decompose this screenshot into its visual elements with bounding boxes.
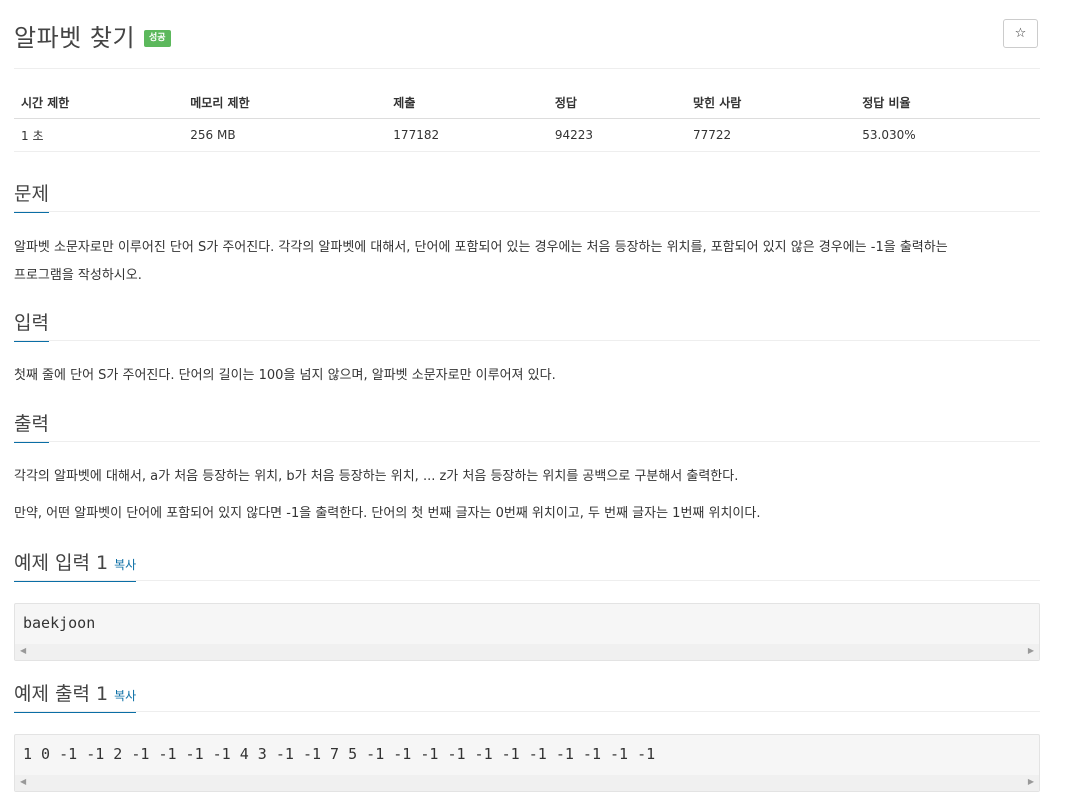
sample-output-title: 예제 출력 1 <box>14 683 109 705</box>
output-text-2: 만약, 어떤 알파벳이 단어에 포함되어 있지 않다면 -1을 출력한다. 단어… <box>14 506 761 521</box>
description-section-header: 문제 <box>14 179 1040 213</box>
description-text: 알파벳 소문자로만 이루어진 단어 S가 주어진다. 각각의 알파벳에 대해서,… <box>14 234 1040 290</box>
scroll-left-icon[interactable]: ◀ <box>20 777 26 786</box>
problem-header: 알파벳 찾기 성공 ☆ <box>14 16 1040 69</box>
sample-input-box: baekjoon ◀ ▶ <box>14 603 1040 661</box>
input-text: 첫째 줄에 단어 S가 주어진다. 단어의 길이는 100을 넘지 않으며, 알… <box>14 368 556 383</box>
scroll-right-icon[interactable]: ▶ <box>1028 777 1034 786</box>
scroll-right-icon[interactable]: ▶ <box>1028 646 1034 655</box>
star-icon: ☆ <box>1014 26 1027 41</box>
stats-header-ratio: 정답 비율 <box>855 86 1040 119</box>
stats-header-time-limit: 시간 제한 <box>14 86 184 119</box>
stats-header-submissions: 제출 <box>386 86 548 119</box>
sample-input-scrollbar[interactable]: ◀ ▶ <box>15 644 1039 660</box>
sample-input-title: 예제 입력 1 <box>14 552 109 574</box>
copy-sample-output-link[interactable]: 복사 <box>114 689 136 703</box>
stats-memory-limit: 256 MB <box>183 118 387 152</box>
favorite-button[interactable]: ☆ <box>1003 19 1038 48</box>
stats-header-solvers: 맞힌 사람 <box>686 86 856 119</box>
copy-sample-input-link[interactable]: 복사 <box>114 558 136 572</box>
output-title: 출력 <box>14 409 49 443</box>
stats-header-accepted: 정답 <box>547 86 686 119</box>
output-section-header: 출력 <box>14 409 1040 443</box>
description-line: 프로그램을 작성하시오. <box>14 268 142 283</box>
sample-output-scrollbar[interactable]: ◀ ▶ <box>15 775 1039 791</box>
stats-ratio: 53.030% <box>855 118 1040 152</box>
description-title: 문제 <box>14 179 49 213</box>
sample-input-title-wrap: 예제 입력 1 복사 <box>14 548 137 582</box>
problem-stats-table: 시간 제한 메모리 제한 제출 정답 맞힌 사람 정답 비율 1 초 256 M… <box>14 86 1040 152</box>
scroll-left-icon[interactable]: ◀ <box>20 646 26 655</box>
sample-input-header: 예제 입력 1 복사 <box>14 548 1040 582</box>
stats-header-memory-limit: 메모리 제한 <box>183 86 387 119</box>
stats-header-row: 시간 제한 메모리 제한 제출 정답 맞힌 사람 정답 비율 <box>14 86 1040 119</box>
stats-value-row: 1 초 256 MB 177182 94223 77722 53.030% <box>14 118 1040 152</box>
status-badge: 성공 <box>144 30 171 47</box>
output-text-1: 각각의 알파벳에 대해서, a가 처음 등장하는 위치, b가 처음 등장하는 … <box>14 469 739 484</box>
stats-solvers: 77722 <box>686 118 856 152</box>
sample-output-content: 1 0 -1 -1 2 -1 -1 -1 -1 4 3 -1 -1 7 5 -1… <box>23 745 656 763</box>
input-title: 입력 <box>14 308 49 342</box>
input-section-header: 입력 <box>14 308 1040 342</box>
problem-page: 알파벳 찾기 성공 ☆ 시간 제한 메모리 제한 제출 정답 맞힌 사람 정답 … <box>0 0 1071 812</box>
stats-accepted: 94223 <box>547 118 686 152</box>
stats-time-limit: 1 초 <box>14 118 184 152</box>
stats-submissions: 177182 <box>386 118 548 152</box>
sample-input-content: baekjoon <box>23 614 96 632</box>
sample-output-header: 예제 출력 1 복사 <box>14 679 1040 713</box>
sample-output-box: 1 0 -1 -1 2 -1 -1 -1 -1 4 3 -1 -1 7 5 -1… <box>14 734 1040 792</box>
problem-title: 알파벳 찾기 <box>14 24 136 52</box>
description-line: 알파벳 소문자로만 이루어진 단어 S가 주어진다. 각각의 알파벳에 대해서,… <box>14 240 948 255</box>
sample-output-title-wrap: 예제 출력 1 복사 <box>14 679 137 713</box>
